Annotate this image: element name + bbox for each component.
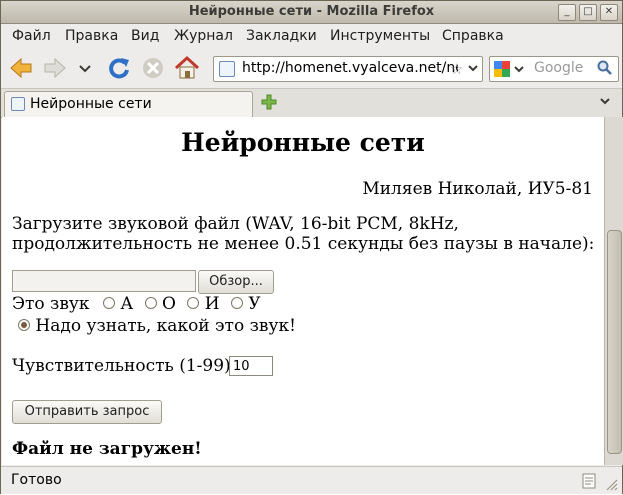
history-dropdown-icon[interactable] [75,54,95,82]
search-placeholder[interactable]: Google [534,60,583,76]
menu-history[interactable]: Журнал [174,28,233,44]
site-favicon-icon [219,61,235,77]
unknown-sound-row: Надо узнать, какой это звук! [18,316,296,336]
instruction-line-1: Загрузите звуковой файл (WAV, 16-bit PCM… [12,214,459,234]
forward-arrow-icon[interactable] [41,54,69,82]
menu-bar: Файл Правка Вид Журнал Закладки Инструме… [1,24,622,48]
result-message: Файл не загружен! [12,439,202,459]
radio-i-label: И [204,294,220,314]
page-content: Нейронные сети Миляев Николай, ИУ5-81 За… [2,117,604,465]
url-text[interactable]: http://homenet.vyalceva.net/ne [242,60,458,76]
menu-tools[interactable]: Инструменты [330,28,430,44]
bookmark-star-icon[interactable]: ☆ [450,60,463,78]
browser-window: Нейронные сети - Mozilla Firefox _ □ ✕ Ф… [0,0,623,494]
navigation-toolbar: http://homenet.vyalceva.net/ne ☆ Google [1,49,622,87]
resize-grip-icon[interactable] [604,477,618,495]
tab-neural-networks[interactable]: Нейронные сети [4,91,253,117]
magnifier-icon[interactable] [597,60,613,80]
menu-help[interactable]: Справка [442,28,504,44]
sound-prefix-label: Это звук [12,294,90,314]
search-box[interactable]: Google [489,56,619,82]
radio-unknown-label: Надо узнать, какой это звук! [35,316,296,336]
new-tab-plus-icon[interactable] [261,94,277,110]
scrollbar-thumb[interactable] [607,230,622,454]
tab-favicon-icon [11,97,25,111]
radio-i[interactable] [187,296,200,309]
tab-list-dropdown-icon[interactable] [599,95,611,110]
radio-u-label: У [248,294,261,314]
engine-dropdown-icon[interactable] [514,63,524,78]
status-bar: Готово [1,466,622,494]
stop-icon[interactable] [139,54,167,82]
google-engine-icon[interactable] [494,61,510,77]
url-dropdown-icon[interactable] [467,62,479,78]
submit-button[interactable]: Отправить запрос [12,400,162,424]
vertical-scrollbar[interactable] [604,117,623,465]
instruction-line-2: продолжительность не менее 0.51 секунды … [12,234,595,254]
sensitivity-label: Чувствительность (1-99): [12,356,237,376]
tab-bar: Нейронные сети [1,88,622,118]
close-button[interactable]: ✕ [600,4,618,21]
menu-edit[interactable]: Правка [65,28,118,44]
tab-label: Нейронные сети [30,96,152,112]
status-text: Готово [11,472,62,488]
file-path-field[interactable] [12,270,196,292]
minimize-button[interactable]: _ [558,4,576,21]
radio-unknown[interactable] [18,318,30,331]
page-info-icon [582,473,596,493]
home-icon[interactable] [173,54,201,82]
menu-file[interactable]: Файл [12,28,51,44]
sound-choice-row: Это звук А О И У [12,294,261,314]
radio-o-label: О [162,294,176,314]
maximize-button[interactable]: □ [579,4,597,21]
author-line: Миляев Николай, ИУ5-81 [362,179,593,199]
reload-icon[interactable] [105,54,133,82]
sensitivity-input[interactable]: 10 [229,356,273,376]
radio-a[interactable] [102,296,115,309]
radio-o[interactable] [144,296,157,309]
radio-a-label: А [120,294,134,314]
radio-u[interactable] [231,296,244,309]
back-arrow-icon[interactable] [7,54,35,82]
menu-view[interactable]: Вид [131,28,159,44]
window-title: Нейронные сети - Mozilla Firefox [188,4,435,19]
page-heading: Нейронные сети [181,128,425,157]
menu-bookmarks[interactable]: Закладки [246,28,317,44]
url-bar[interactable]: http://homenet.vyalceva.net/ne ☆ [213,56,483,82]
browse-button[interactable]: Обзор... [198,270,274,294]
title-bar: Нейронные сети - Mozilla Firefox _ □ ✕ [1,1,622,24]
